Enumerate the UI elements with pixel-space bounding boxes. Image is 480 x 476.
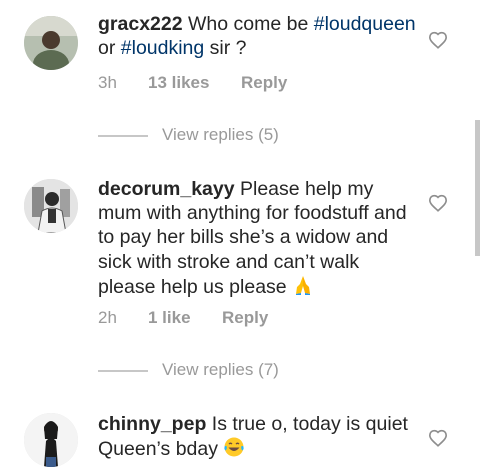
avatar-photo-icon xyxy=(24,179,78,233)
comment-text: gracx222 Who come be #loudqueen or #loud… xyxy=(98,12,418,60)
tears-of-joy-emoji-icon xyxy=(224,437,245,457)
timestamp: 3h xyxy=(98,73,117,92)
avatar[interactable] xyxy=(24,16,78,70)
username[interactable]: chinny_pep xyxy=(98,413,206,435)
avatar[interactable] xyxy=(24,179,78,233)
avatar-photo-icon xyxy=(24,413,78,467)
timestamp: 2h xyxy=(98,308,117,327)
heart-icon[interactable] xyxy=(428,31,448,49)
view-replies-label: View replies (5) xyxy=(162,125,279,144)
view-replies-button[interactable]: View replies (7) xyxy=(98,360,298,380)
heart-icon[interactable] xyxy=(428,429,448,447)
comment-text-part: or xyxy=(98,37,121,60)
folded-hands-emoji-icon xyxy=(296,275,311,295)
view-replies-label: View replies (7) xyxy=(162,360,279,379)
reply-button[interactable]: Reply xyxy=(241,73,287,93)
username[interactable]: gracx222 xyxy=(98,13,183,35)
hashtag-link[interactable]: #loudqueen xyxy=(314,13,416,35)
hashtag-link[interactable]: #loudking xyxy=(121,37,204,59)
comment-text-part: Who come be xyxy=(182,13,314,35)
username[interactable]: decorum_kayy xyxy=(98,178,235,200)
reply-button[interactable]: Reply xyxy=(222,308,268,328)
comment-text: chinny_pep Is true o, today is quiet Que… xyxy=(98,412,418,461)
avatar[interactable] xyxy=(24,413,78,467)
comment-meta: 3h 13 likes Reply xyxy=(98,73,287,93)
likes-count[interactable]: 13 likes xyxy=(148,73,241,93)
comments-screen: gracx222 Who come be #loudqueen or #loud… xyxy=(0,0,480,476)
avatar-photo-icon xyxy=(24,16,78,70)
view-replies-button[interactable]: View replies (5) xyxy=(98,125,298,145)
comment-text-part: sir ? xyxy=(204,37,247,60)
divider-line xyxy=(98,135,148,137)
likes-count[interactable]: 1 like xyxy=(148,308,222,328)
scrollbar[interactable] xyxy=(475,120,480,256)
heart-icon[interactable] xyxy=(428,194,448,212)
comment-meta: 2h 1 like Reply xyxy=(98,308,268,328)
divider-line xyxy=(98,370,148,372)
comment-text: decorum_kayy Please help my mum with any… xyxy=(98,177,418,299)
